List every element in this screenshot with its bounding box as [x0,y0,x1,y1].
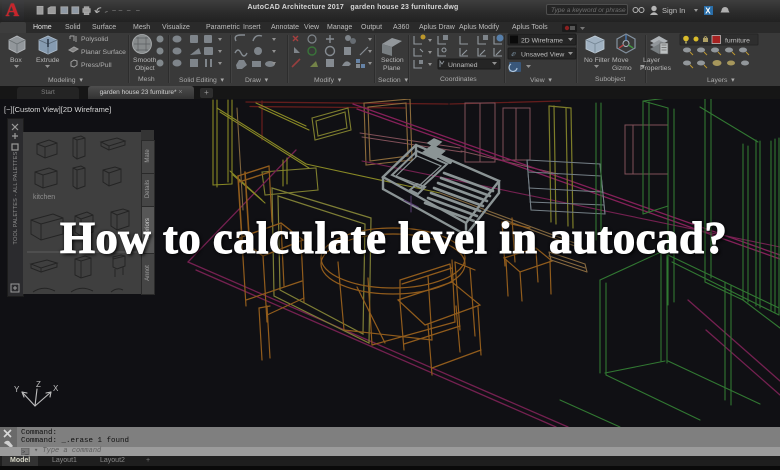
svg-text:Y: Y [14,385,20,394]
svg-text:No Filter: No Filter [584,57,610,64]
svg-text:Object: Object [135,65,155,72]
svg-text:furniture: furniture [725,38,750,45]
svg-text:Planar Surface: Planar Surface [81,49,126,56]
svg-text:Unsaved View: Unsaved View [521,52,564,59]
svg-text:Z: Z [36,380,41,389]
svg-text:Smooth: Smooth [133,57,157,64]
svg-text:Section: Section [381,57,404,64]
svg-text:Gizmo: Gizmo [612,65,632,72]
svg-text:Sign In: Sign In [662,6,685,15]
svg-text:Plane: Plane [383,65,401,72]
svg-text:Unnamed: Unnamed [448,62,478,69]
svg-text:ⅇ: ⅇ [511,51,516,58]
svg-text:Extrude: Extrude [36,57,60,64]
svg-text:Polysolid: Polysolid [81,36,108,43]
svg-text:>_: >_ [22,450,29,455]
svg-text:Move: Move [612,57,629,64]
svg-text:X: X [705,6,711,15]
svg-text:X: X [53,384,59,393]
svg-text:Properties: Properties [640,65,672,72]
svg-text:Layer: Layer [643,57,661,64]
svg-text:Press/Pull: Press/Pull [81,62,112,69]
svg-text:2D Wireframe: 2D Wireframe [521,38,563,45]
svg-text:Box: Box [10,57,22,64]
